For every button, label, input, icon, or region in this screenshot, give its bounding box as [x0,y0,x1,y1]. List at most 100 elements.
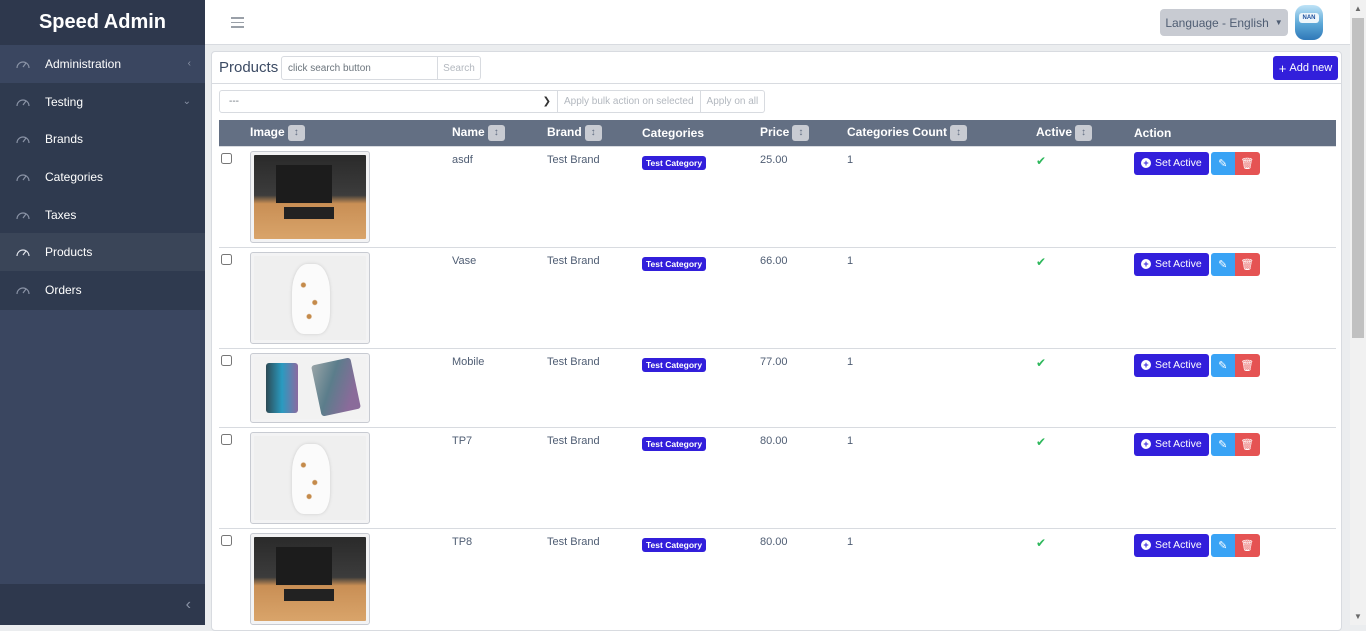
sidebar-item-testing[interactable]: Testing ⌄ [0,83,205,121]
column-header-categories-count[interactable]: Categories Count ↕ [847,120,1036,146]
sort-icon[interactable]: ↕ [1075,124,1093,141]
row-checkbox[interactable] [221,152,232,164]
edit-button[interactable]: ✎ [1210,252,1235,276]
column-label: Categories Count [847,124,948,139]
plus-circle-icon: + [1141,259,1151,269]
column-header-categories: Categories [642,120,760,146]
column-header-name[interactable]: Name ↕ [452,120,547,146]
chevron-left-icon: ‹ [187,58,191,70]
apply-all-button[interactable]: Apply on all [700,90,766,113]
sidebar-item-brands[interactable]: Brands [0,120,205,158]
page-title: Products [219,59,279,76]
delete-button[interactable]: 🗑 [1234,151,1260,175]
sidebar-item-orders[interactable]: Orders [0,271,205,309]
set-active-button[interactable]: + Set Active [1134,533,1209,557]
row-checkbox[interactable] [221,534,232,546]
sidebar-item-taxes[interactable]: Taxes [0,196,205,234]
bulk-action-selected: --- [229,96,239,107]
vase-image [254,255,366,340]
brand-logo[interactable]: Speed Admin [0,0,205,45]
trash-icon: 🗑 [1240,157,1255,170]
product-price: 80.00 [760,434,788,447]
edit-button[interactable]: ✎ [1210,151,1235,175]
set-active-button[interactable]: + Set Active [1134,151,1209,175]
sidebar-item-categories[interactable]: Categories [0,158,205,196]
avatar[interactable]: NAN [1295,5,1323,40]
caret-down-icon: ▼ [1274,18,1283,27]
row-checkbox[interactable] [221,354,232,366]
sort-icon[interactable]: ↕ [287,124,305,141]
speedometer-icon [16,136,30,144]
plus-circle-icon: + [1141,360,1151,370]
product-image[interactable] [250,352,370,423]
set-active-button[interactable]: + Set Active [1134,353,1209,377]
table-header-row: Image ↕ Name ↕ Brand ↕ Categories Price ↕ Ca… [219,120,1336,146]
product-image[interactable] [250,251,370,344]
table-row: Mobile Test Brand Test Category 77.00 1 … [219,348,1336,427]
column-header-price[interactable]: Price ↕ [760,120,847,146]
sidebar-item-label: Orders [45,282,82,297]
column-header-active[interactable]: Active ↕ [1036,120,1134,146]
search-group: Search [281,56,481,80]
apply-selected-button[interactable]: Apply bulk action on selected [558,90,701,113]
sidebar-item-products[interactable]: Products [0,233,205,272]
speedometer-icon [16,249,30,257]
edit-icon: ✎ [1218,359,1228,372]
delete-button[interactable]: 🗑 [1234,353,1260,377]
column-header-image[interactable]: Image ↕ [250,120,452,146]
language-dropdown[interactable]: Language - English ▼ [1160,9,1288,36]
scroll-up-icon[interactable]: ▲ [1354,4,1362,13]
delete-button[interactable]: 🗑 [1234,252,1260,276]
products-table: Image ↕ Name ↕ Brand ↕ Categories Price ↕ Ca… [219,120,1336,629]
row-checkbox[interactable] [221,253,232,265]
sidebar-item-label: Brands [45,132,84,147]
row-checkbox[interactable] [221,433,232,445]
product-brand: Test Brand [547,355,600,368]
edit-button[interactable]: ✎ [1210,353,1235,377]
search-button[interactable]: Search [438,56,481,80]
sort-icon[interactable]: ↕ [792,124,810,141]
delete-button[interactable]: 🗑 [1234,432,1260,456]
scroll-down-icon[interactable]: ▼ [1354,612,1362,621]
product-image[interactable] [250,431,370,524]
categories-count: 1 [847,535,854,548]
column-label: Name [452,124,485,139]
add-new-label: Add new [1289,62,1333,74]
sidebar-item-label: Administration [45,56,122,71]
sidebar-minimize-button[interactable]: ‹ [0,584,205,625]
desk-setup-image [254,154,366,239]
product-image[interactable] [250,150,370,243]
category-badge: Test Category [642,537,707,552]
bulk-action-select[interactable]: --- ❯ [219,90,558,113]
column-header-brand[interactable]: Brand ↕ [547,120,642,146]
search-input[interactable] [281,56,438,80]
column-label: Image [250,124,285,139]
set-active-button[interactable]: + Set Active [1134,252,1209,276]
edit-button[interactable]: ✎ [1210,533,1235,557]
product-name: TP7 [452,434,473,447]
add-new-button[interactable]: + Add new [1273,56,1338,80]
edit-button[interactable]: ✎ [1210,432,1235,456]
set-active-button[interactable]: + Set Active [1134,432,1209,456]
categories-count: 1 [847,153,854,166]
scrollbar-thumb[interactable] [1352,18,1364,338]
check-icon: ✔ [1036,153,1047,168]
plus-circle-icon: + [1141,540,1151,550]
sort-icon[interactable]: ↕ [584,124,602,141]
set-active-label: Set Active [1155,438,1202,450]
sidebar-item-administration[interactable]: Administration ‹ [0,45,205,83]
language-label: Language - English [1165,15,1269,30]
hamburger-icon[interactable] [231,17,244,28]
check-icon: ✔ [1036,355,1047,370]
sidebar-item-label: Products [45,245,93,260]
table-row: TP8 Test Brand Test Category 80.00 1 ✔ +… [219,528,1336,629]
check-icon: ✔ [1036,535,1047,550]
sort-icon[interactable]: ↕ [487,124,505,141]
category-badge: Test Category [642,155,707,170]
sort-icon[interactable]: ↕ [950,124,968,141]
speedometer-icon [16,174,30,181]
delete-button[interactable]: 🗑 [1234,533,1260,557]
category-badge: Test Category [642,256,707,271]
product-image[interactable] [250,532,370,625]
page-scrollbar[interactable]: ▲ ▼ [1350,0,1366,625]
